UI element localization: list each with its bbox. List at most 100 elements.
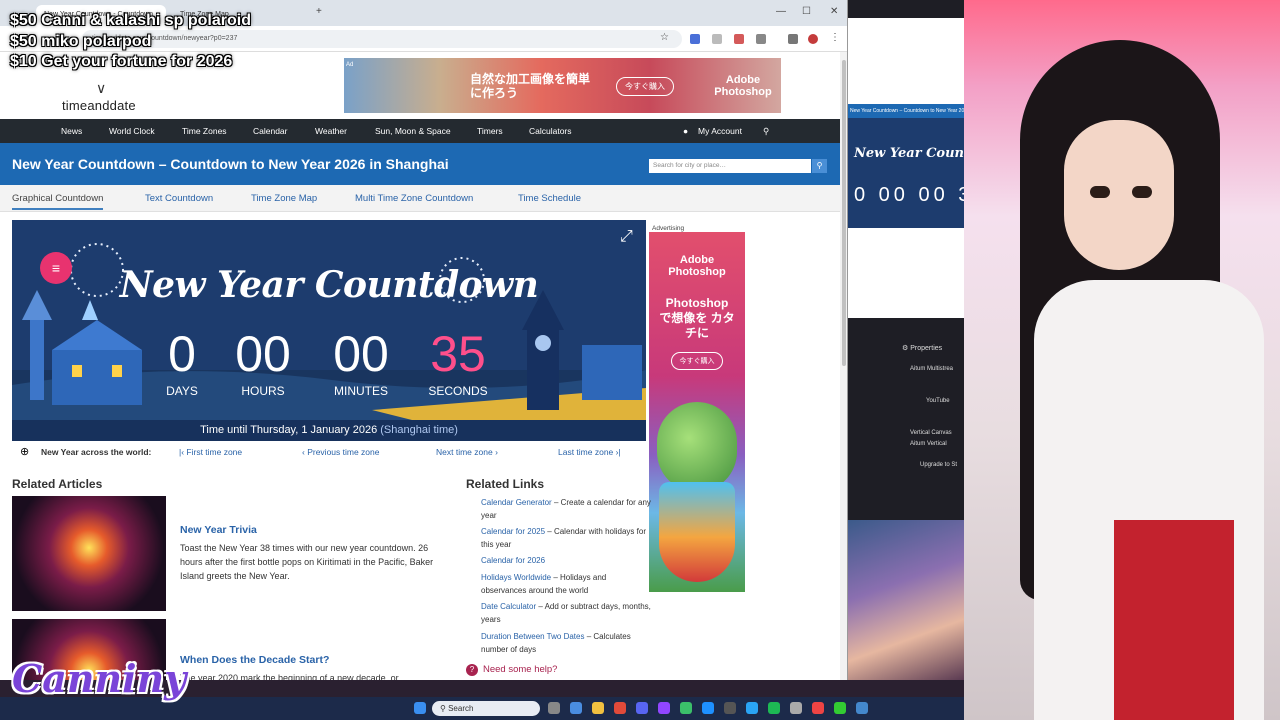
tab-graphical-countdown[interactable]: Graphical Countdown: [12, 193, 104, 210]
duration-link[interactable]: Duration Between Two Dates: [481, 632, 584, 641]
app-icon[interactable]: [680, 702, 692, 714]
nav-weather[interactable]: Weather: [315, 126, 347, 136]
article-thumbnail-fireworks[interactable]: [12, 496, 166, 611]
first-time-zone-link[interactable]: |‹ First time zone: [179, 447, 242, 457]
related-link-item: Duration Between Two Dates – Calculates …: [481, 630, 651, 656]
profile-avatar[interactable]: [808, 34, 818, 44]
obs-upgrade-button[interactable]: Upgrade to St: [920, 462, 957, 468]
spotify-icon[interactable]: [768, 702, 780, 714]
side-ad[interactable]: Adobe Photoshop Photoshop で想像を カタチに 今すぐ購…: [649, 232, 745, 592]
nav-my-account[interactable]: My Account: [698, 126, 742, 136]
tab-time-zone-map[interactable]: Time Zone Map: [251, 193, 317, 204]
taskbar-search-label: Search: [448, 704, 474, 713]
last-time-zone-link[interactable]: Last time zone ›|: [558, 447, 621, 457]
app-icon[interactable]: [790, 702, 802, 714]
calendar-generator-link[interactable]: Calendar Generator: [481, 498, 552, 507]
related-links-heading: Related Links: [466, 477, 545, 491]
taskbar-search[interactable]: ⚲ Search: [432, 701, 540, 716]
extension-icon[interactable]: [788, 34, 798, 44]
menu-icon[interactable]: ⋮: [830, 32, 840, 43]
overlay-line-2: $50 miko polarpod: [10, 33, 152, 50]
overlay-line-3: $10 Get your fortune for 2026: [10, 53, 233, 70]
webcam-person-face: [1064, 120, 1174, 270]
obs-source-row[interactable]: YouTube: [926, 398, 950, 404]
apple-slice-illustration: [659, 482, 735, 582]
tab-multi-time-zone-countdown[interactable]: Multi Time Zone Countdown: [355, 193, 473, 204]
extension-icon[interactable]: [734, 34, 744, 44]
last-time-zone-label: Last time zone: [558, 447, 614, 457]
help-link[interactable]: ? Need some help?: [466, 664, 557, 676]
task-view-icon[interactable]: [548, 702, 560, 714]
world-navigation: ⊕ New Year across the world: |‹ First ti…: [12, 443, 646, 461]
ad-banner-brand: Adobe Photoshop: [714, 74, 772, 98]
calendar-2026-link[interactable]: Calendar for 2026: [481, 556, 545, 565]
nav-calculators[interactable]: Calculators: [529, 126, 572, 136]
search-button[interactable]: ⚲: [812, 159, 827, 173]
ad-banner[interactable]: Ad 自然な加工画像を簡単に作ろう 今すぐ購入 Adobe Photoshop: [344, 58, 781, 113]
date-calculator-link[interactable]: Date Calculator: [481, 602, 536, 611]
obs-preview-countdown-bg: [848, 118, 964, 228]
chrome-icon[interactable]: [614, 702, 626, 714]
sub-tabs: Graphical Countdown Text Countdown Time …: [0, 185, 840, 212]
extension-icon[interactable]: [712, 34, 722, 44]
obs-properties-label: Properties: [910, 345, 943, 352]
expand-icon[interactable]: ⤢: [620, 228, 633, 246]
file-explorer-icon[interactable]: [592, 702, 604, 714]
overlay-line-1: $50 Canni & kalashi sp polaroid: [10, 12, 251, 29]
nav-calendar[interactable]: Calendar: [253, 126, 288, 136]
previous-time-zone-link[interactable]: ‹ Previous time zone: [302, 447, 380, 457]
app-icon[interactable]: [856, 702, 868, 714]
page-header: New Year Countdown – Countdown to New Ye…: [0, 143, 840, 185]
app-icon[interactable]: [834, 702, 846, 714]
nav-time-zones[interactable]: Time Zones: [182, 126, 227, 136]
side-ad-brand: Adobe Photoshop: [668, 254, 726, 278]
app-icon[interactable]: [702, 702, 714, 714]
extension-icon[interactable]: [690, 34, 700, 44]
webcam-person-eye: [1090, 186, 1110, 198]
ad-banner-button[interactable]: 今すぐ購入: [616, 77, 674, 96]
nav-news[interactable]: News: [61, 126, 82, 136]
next-time-zone-link[interactable]: Next time zone ›: [436, 447, 498, 457]
next-time-zone-label: Next time zone: [436, 447, 493, 457]
hours-label: HOURS: [241, 384, 285, 398]
obs-properties-button[interactable]: ⚙ Properties: [902, 344, 942, 352]
account-icon[interactable]: ●: [683, 126, 688, 136]
holidays-worldwide-link[interactable]: Holidays Worldwide: [481, 573, 551, 582]
page-title: New Year Countdown – Countdown to New Ye…: [12, 156, 449, 172]
url-field[interactable]: timeanddate.com/countdown/newyear?p0=237: [82, 30, 682, 48]
site-logo[interactable]: timeanddate: [62, 98, 136, 113]
discord-icon[interactable]: [636, 702, 648, 714]
obs-source-row[interactable]: Vertical Canvas: [910, 430, 952, 436]
app-icon[interactable]: [746, 702, 758, 714]
extension-icon[interactable]: [756, 34, 766, 44]
first-time-zone-label: First time zone: [186, 447, 243, 457]
minutes-label: MINUTES: [334, 384, 388, 398]
webcam-person-skirt: [1114, 520, 1234, 720]
search-input[interactable]: Search for city or place…: [649, 159, 811, 173]
nav-sun-moon-space[interactable]: Sun, Moon & Space: [375, 126, 451, 136]
obs-icon[interactable]: [724, 702, 736, 714]
article-title-new-year-trivia[interactable]: New Year Trivia: [180, 524, 257, 536]
windows-start-icon[interactable]: [414, 702, 426, 714]
obs-source-row[interactable]: Aitum Vertical: [910, 441, 947, 447]
twitch-icon[interactable]: [658, 702, 670, 714]
tab-text-countdown[interactable]: Text Countdown: [145, 193, 213, 204]
side-ad-button[interactable]: 今すぐ購入: [671, 352, 723, 370]
article-title-decade[interactable]: When Does the Decade Start?: [180, 654, 329, 666]
maximize-icon[interactable]: ☐: [802, 6, 811, 17]
ad-label: Ad: [346, 62, 354, 68]
scrollbar-thumb[interactable]: [842, 60, 846, 366]
tab-time-schedule[interactable]: Time Schedule: [518, 193, 581, 204]
app-icon[interactable]: [812, 702, 824, 714]
new-tab-icon[interactable]: +: [316, 6, 322, 17]
nav-timers[interactable]: Timers: [477, 126, 503, 136]
search-icon[interactable]: ⚲: [763, 126, 769, 137]
nav-world-clock[interactable]: World Clock: [109, 126, 155, 136]
star-icon[interactable]: ☆: [660, 32, 669, 43]
advertising-label: Advertising: [652, 225, 685, 232]
close-icon[interactable]: ✕: [830, 6, 838, 17]
obs-source-row[interactable]: Aitum Multistrea: [910, 366, 953, 372]
app-icon[interactable]: [570, 702, 582, 714]
calendar-2025-link[interactable]: Calendar for 2025: [481, 527, 545, 536]
minimize-icon[interactable]: —: [776, 6, 786, 17]
